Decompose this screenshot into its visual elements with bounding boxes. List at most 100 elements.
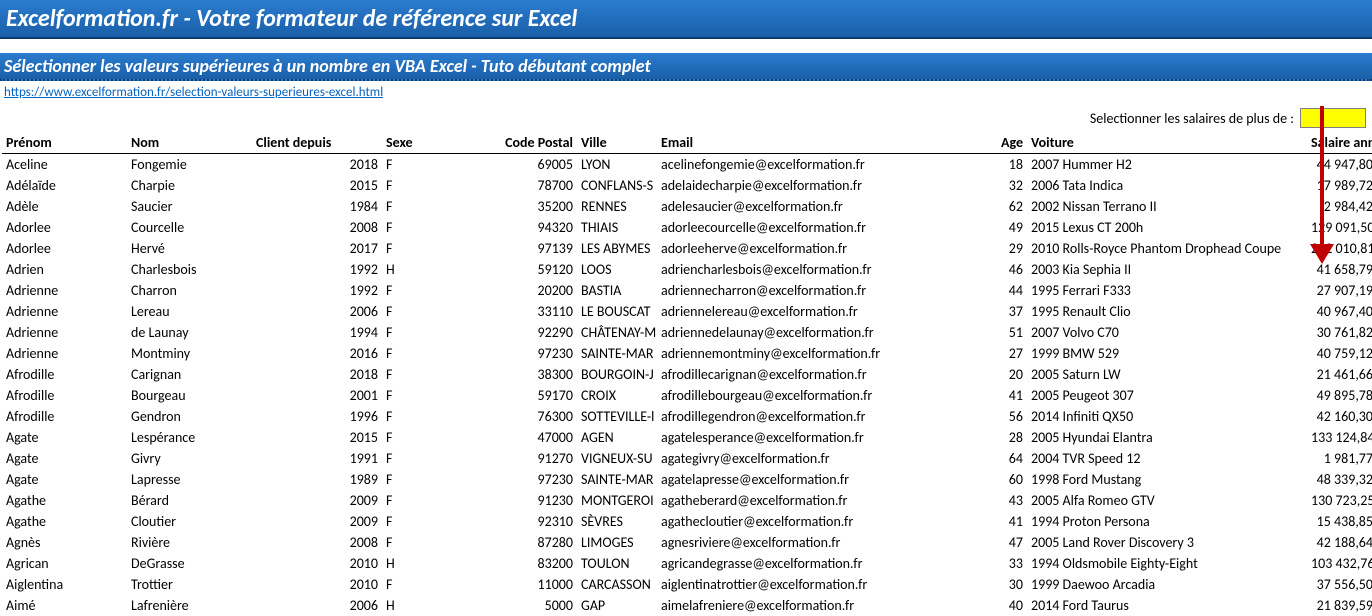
cell-nom: Hervé: [127, 238, 252, 259]
cell-client: 2016: [252, 343, 382, 364]
cell-sexe: H: [382, 595, 497, 616]
cell-age: 37: [957, 301, 1027, 322]
table-header-row: Prénom Nom Client depuis Sexe Code Posta…: [2, 132, 1372, 154]
source-link[interactable]: https://www.excelformation.fr/selection-…: [4, 85, 383, 100]
col-cp: Code Postal: [497, 132, 577, 154]
table-row: AfrodilleCarignan2018F38300BOURGOIN-Jafr…: [2, 364, 1372, 385]
cell-sexe: F: [382, 448, 497, 469]
cell-age: 51: [957, 322, 1027, 343]
cell-client: 1994: [252, 322, 382, 343]
cell-voiture: 1994 Proton Persona: [1027, 511, 1307, 532]
data-table: Prénom Nom Client depuis Sexe Code Posta…: [2, 132, 1372, 616]
cell-email: adorleecourcelle@excelformation.fr: [657, 217, 957, 238]
cell-ville: LYON: [577, 154, 657, 176]
table-row: AdrienneLereau2006F33110LE BOUSCATadrien…: [2, 301, 1372, 322]
cell-ville: TOULON: [577, 553, 657, 574]
cell-cp: 69005: [497, 154, 577, 176]
cell-salaire: 44 947,80: [1307, 154, 1372, 176]
cell-prenom: Agrican: [2, 553, 127, 574]
cell-cp: 92290: [497, 322, 577, 343]
cell-ville: AGEN: [577, 427, 657, 448]
table-row: AfrodilleBourgeau2001F59170CROIXafrodill…: [2, 385, 1372, 406]
cell-sexe: F: [382, 406, 497, 427]
cell-salaire: 42 160,30: [1307, 406, 1372, 427]
cell-age: 41: [957, 385, 1027, 406]
cell-client: 2010: [252, 574, 382, 595]
cell-prenom: Agate: [2, 448, 127, 469]
cell-nom: Lereau: [127, 301, 252, 322]
cell-ville: LOOS: [577, 259, 657, 280]
cell-voiture: 1999 BMW 529: [1027, 343, 1307, 364]
col-sexe: Sexe: [382, 132, 497, 154]
cell-prenom: Adrienne: [2, 343, 127, 364]
cell-sexe: F: [382, 280, 497, 301]
cell-sexe: F: [382, 154, 497, 176]
cell-voiture: 2007 Hummer H2: [1027, 154, 1307, 176]
cell-client: 2015: [252, 175, 382, 196]
cell-age: 49: [957, 217, 1027, 238]
cell-voiture: 2005 Peugeot 307: [1027, 385, 1307, 406]
cell-prenom: Afrodille: [2, 385, 127, 406]
cell-ville: LE BOUSCAT: [577, 301, 657, 322]
cell-email: aimelafreniere@excelformation.fr: [657, 595, 957, 616]
cell-cp: 97139: [497, 238, 577, 259]
cell-nom: Lespérance: [127, 427, 252, 448]
table-row: AdrienneMontminy2016F97230SAINTE-MARadri…: [2, 343, 1372, 364]
cell-age: 32: [957, 175, 1027, 196]
col-prenom: Prénom: [2, 132, 127, 154]
cell-nom: Bourgeau: [127, 385, 252, 406]
cell-prenom: Adrienne: [2, 301, 127, 322]
cell-client: 2009: [252, 511, 382, 532]
cell-age: 20: [957, 364, 1027, 385]
cell-sexe: F: [382, 196, 497, 217]
table-row: AgnèsRivière2008F87280LIMOGESagnesrivier…: [2, 532, 1372, 553]
cell-salaire: 40 967,40: [1307, 301, 1372, 322]
cell-voiture: 2006 Tata Indica: [1027, 175, 1307, 196]
cell-voiture: 1995 Renault Clio: [1027, 301, 1307, 322]
cell-ville: SOTTEVILLE-l: [577, 406, 657, 427]
cell-cp: 76300: [497, 406, 577, 427]
cell-salaire: 41 658,79: [1307, 259, 1372, 280]
filter-label: Selectionner les salaires de plus de :: [1090, 110, 1294, 127]
cell-age: 18: [957, 154, 1027, 176]
cell-cp: 78700: [497, 175, 577, 196]
cell-sexe: F: [382, 574, 497, 595]
cell-salaire: 17 989,72: [1307, 175, 1372, 196]
cell-cp: 59120: [497, 259, 577, 280]
cell-ville: VIGNEUX-SU: [577, 448, 657, 469]
cell-email: agatheberard@excelformation.fr: [657, 490, 957, 511]
spacer: [0, 39, 1372, 53]
cell-cp: 87280: [497, 532, 577, 553]
cell-nom: Trottier: [127, 574, 252, 595]
cell-nom: Charpie: [127, 175, 252, 196]
filter-input[interactable]: [1300, 108, 1366, 128]
cell-nom: Givry: [127, 448, 252, 469]
cell-prenom: Agate: [2, 427, 127, 448]
cell-client: 1996: [252, 406, 382, 427]
cell-email: aiglentinatrottier@excelformation.fr: [657, 574, 957, 595]
cell-ville: BOURGOIN-J: [577, 364, 657, 385]
table-row: AgateLespérance2015F47000AGENagatelesper…: [2, 427, 1372, 448]
cell-ville: SÈVRES: [577, 511, 657, 532]
cell-client: 2008: [252, 217, 382, 238]
cell-email: adelesaucier@excelformation.fr: [657, 196, 957, 217]
cell-sexe: F: [382, 343, 497, 364]
cell-salaire: 15 438,85: [1307, 511, 1372, 532]
cell-voiture: 1994 Oldsmobile Eighty-Eight: [1027, 553, 1307, 574]
cell-salaire: 27 907,19: [1307, 280, 1372, 301]
col-salaire: Salaire annuel: [1307, 132, 1372, 154]
cell-client: 1991: [252, 448, 382, 469]
filter-row: Selectionner les salaires de plus de :: [0, 102, 1372, 132]
cell-client: 2015: [252, 427, 382, 448]
cell-cp: 91270: [497, 448, 577, 469]
cell-age: 44: [957, 280, 1027, 301]
cell-prenom: Adèle: [2, 196, 127, 217]
cell-age: 33: [957, 553, 1027, 574]
cell-cp: 59170: [497, 385, 577, 406]
table-row: AcelineFongemie2018F69005LYONacelinefong…: [2, 154, 1372, 176]
page-subheader: Sélectionner les valeurs supérieures à u…: [0, 53, 1372, 81]
cell-cp: 35200: [497, 196, 577, 217]
table-row: AgateLapresse1989F97230SAINTE-MARagatela…: [2, 469, 1372, 490]
cell-salaire: 129 091,50: [1307, 217, 1372, 238]
cell-email: acelinefongemie@excelformation.fr: [657, 154, 957, 176]
